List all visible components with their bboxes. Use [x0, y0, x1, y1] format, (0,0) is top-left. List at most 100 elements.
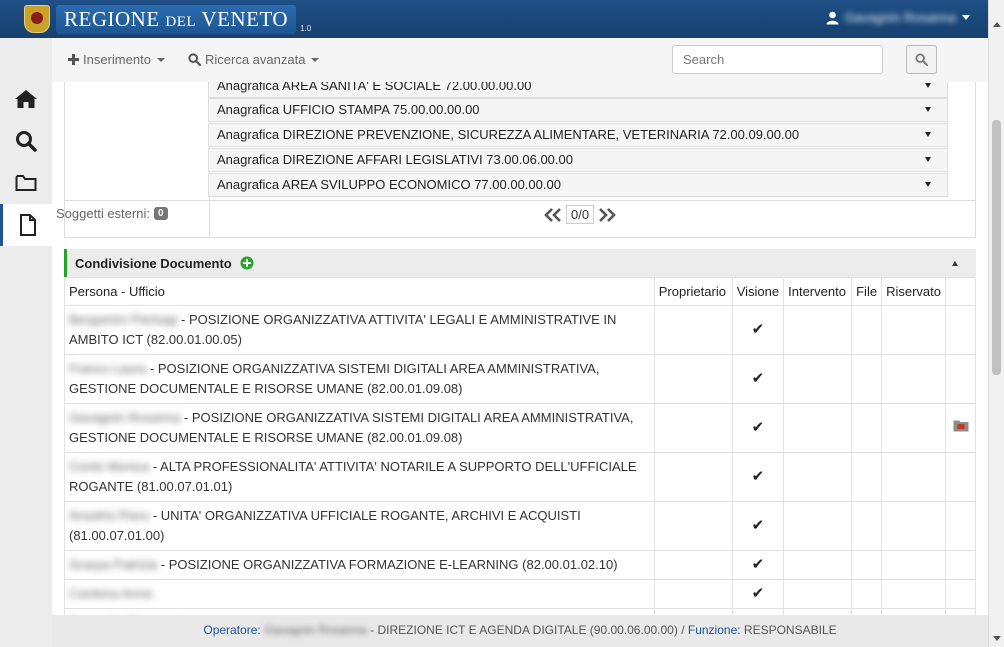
person-name: Gavagnin Rosanna [69, 410, 181, 425]
home-icon [15, 90, 37, 108]
riservato-cell [881, 354, 947, 404]
chevron-down-icon [925, 83, 931, 88]
search-icon [188, 53, 201, 66]
folder-remove-icon[interactable] [953, 419, 969, 432]
nav-folders[interactable] [0, 162, 52, 204]
double-chevron-left-icon[interactable] [544, 207, 562, 222]
crest-icon [24, 5, 50, 33]
actions-cell [945, 579, 976, 609]
visione-cell: ✔ [731, 354, 785, 404]
table-row[interactable]: Cardona Anna ✔ [64, 579, 976, 609]
office-text: - POSIZIONE ORGANIZZATIVA SISTEMI DIGITA… [69, 361, 600, 396]
scroll-down-arrow-icon[interactable] [993, 636, 1001, 641]
column-header: Riservato [881, 277, 947, 306]
insert-menu[interactable]: Inserimento [68, 52, 165, 67]
file-cell [851, 550, 883, 580]
table-row[interactable]: Gavagnin Rosanna - POSIZIONE ORGANIZZATI… [64, 403, 976, 453]
table-row[interactable]: Conte Monica - ALTA PROFESSIONALITA' ATT… [64, 452, 976, 502]
chevron-down-icon [156, 57, 165, 62]
proprietario-cell [653, 550, 733, 580]
actions-cell [945, 354, 976, 404]
document-content: Anagrafica AREA SANITA' E SOCIALE 72.00.… [52, 82, 988, 615]
chevron-up-icon[interactable] [952, 261, 958, 266]
anagrafica-item[interactable]: Anagrafica DIREZIONE PREVENZIONE, SICURE… [208, 123, 948, 147]
check-icon: ✔ [751, 556, 765, 573]
column-header: Proprietario [653, 277, 733, 306]
chevron-down-icon [311, 57, 320, 62]
scroll-up-arrow-icon[interactable] [993, 22, 1001, 27]
riservato-cell [881, 501, 947, 551]
actions-cell [945, 452, 976, 502]
proprietario-cell [653, 354, 733, 404]
insert-menu-label: Inserimento [83, 52, 151, 67]
chevron-down-icon [925, 182, 931, 187]
user-menu[interactable]: Gavagnin Rosanna [826, 10, 970, 25]
person-name: Bergamini Pierluigi [69, 312, 178, 327]
advanced-search-menu[interactable]: Ricerca avanzata [188, 52, 320, 67]
operator-label: Operatore: [203, 623, 261, 637]
pager-count: 0/0 [566, 205, 595, 224]
anagrafica-item[interactable]: Anagrafica DIREZIONE AFFARI LEGISLATIVI … [208, 148, 948, 172]
column-header-actions [945, 277, 976, 306]
toolbar: Inserimento Ricerca avanzata [52, 38, 988, 82]
function-value: RESPONSABILE [743, 623, 837, 637]
add-circle-icon[interactable] [240, 256, 254, 270]
version-label: 1.0 [300, 23, 312, 33]
page-scrollbar[interactable] [988, 0, 1004, 647]
visione-cell: ✔ [731, 403, 785, 453]
regione-veneto-logo[interactable]: REGIONE DEL VENETO 1.0 [24, 3, 311, 35]
intervento-cell [783, 305, 853, 355]
user-name: Gavagnin Rosanna [844, 10, 956, 25]
anagrafica-item[interactable]: Anagrafica AREA SVILUPPO ECONOMICO 77.00… [208, 173, 948, 197]
actions-cell[interactable] [945, 403, 976, 453]
folder-icon [15, 175, 37, 191]
table-row[interactable]: Bergamini Pierluigi - POSIZIONE ORGANIZZ… [64, 305, 976, 355]
table-row[interactable]: Franco Laura - POSIZIONE ORGANIZZATIVA S… [64, 354, 976, 404]
visione-cell: ✔ [731, 501, 785, 551]
person-office-cell: Bergamini Pierluigi - POSIZIONE ORGANIZZ… [64, 305, 655, 355]
proprietario-cell [653, 608, 733, 615]
column-header: Persona - Ufficio [64, 277, 655, 306]
nav-document[interactable] [0, 204, 52, 246]
check-icon: ✔ [751, 517, 765, 534]
visione-cell: ✔ [731, 452, 785, 502]
riservato-cell [881, 403, 947, 453]
file-cell [851, 305, 883, 355]
double-chevron-right-icon[interactable] [598, 207, 616, 222]
scroll-thumb[interactable] [992, 120, 1001, 375]
column-header: File [851, 277, 883, 306]
sharing-panel-header[interactable]: Condivisione Documento [64, 249, 976, 277]
anagrafica-label: Anagrafica DIREZIONE AFFARI LEGISLATIVI … [217, 152, 573, 167]
search-button[interactable] [906, 45, 937, 74]
person-office-cell: Conte Monica - ALTA PROFESSIONALITA' ATT… [64, 452, 655, 502]
table-row[interactable]: Favaretto Rossano ✔ [64, 608, 976, 615]
check-icon: ✔ [751, 468, 765, 485]
office-text: - POSIZIONE ORGANIZZATIVA FORMAZIONE E-L… [157, 557, 618, 572]
document-icon [19, 214, 36, 236]
person-office-cell: Gavagnin Rosanna - POSIZIONE ORGANIZZATI… [64, 403, 655, 453]
table-header-row: Persona - Ufficio Proprietario Visione I… [64, 277, 976, 306]
file-cell [851, 452, 883, 502]
check-icon: ✔ [751, 370, 765, 387]
chevron-down-icon [925, 157, 931, 162]
person-office-cell: Cardona Anna [64, 579, 655, 609]
table-row[interactable]: Anselmi Piero - UNITA' ORGANIZZATIVA UFF… [64, 501, 976, 551]
anagrafica-item[interactable]: Anagrafica AREA SANITA' E SOCIALE 72.00.… [208, 82, 948, 98]
external-subjects: Soggetti esterni: 0 [56, 206, 168, 221]
table-row[interactable]: Scarpa Patrizia - POSIZIONE ORGANIZZATIV… [64, 550, 976, 580]
logo-text: REGIONE DEL VENETO [56, 4, 297, 34]
nav-home[interactable] [0, 78, 52, 120]
check-icon: ✔ [752, 614, 765, 615]
riservato-cell [881, 579, 947, 609]
search-input[interactable] [672, 45, 883, 74]
sharing-title: Condivisione Documento [75, 255, 232, 271]
intervento-cell [783, 452, 853, 502]
external-subjects-count: 0 [153, 207, 168, 220]
nav-search[interactable] [0, 120, 52, 162]
sharing-table: Persona - Ufficio Proprietario Visione I… [64, 277, 976, 615]
anagrafica-item[interactable]: Anagrafica UFFICIO STAMPA 75.00.00.00.00 [208, 98, 948, 122]
proprietario-cell [653, 501, 733, 551]
person-name: Anselmi Piero [69, 508, 150, 523]
file-cell [851, 608, 883, 615]
office-text: - ALTA PROFESSIONALITA' ATTIVITA' NOTARI… [69, 459, 637, 494]
